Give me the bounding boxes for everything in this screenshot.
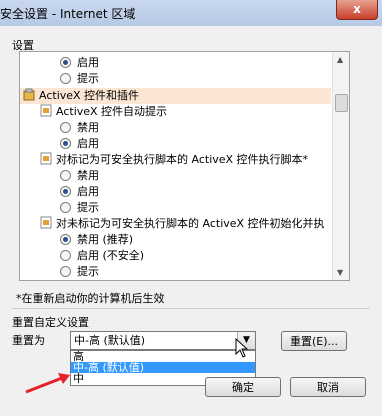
dropdown-option[interactable]: 中-高 (默认值) — [71, 362, 255, 373]
reset-to-label: 重置为 — [12, 334, 45, 347]
reset-button[interactable]: 重置(E)... — [281, 331, 347, 351]
reset-level-select[interactable]: 中-高 (默认值) ▼ — [70, 331, 256, 350]
ok-button[interactable]: 确定 — [205, 377, 281, 397]
radio-label: 禁用 — [77, 169, 99, 182]
red-arrow-icon — [25, 373, 70, 394]
radio-button[interactable] — [60, 57, 71, 68]
radio-row[interactable]: 启用 — [60, 136, 99, 152]
radio-row[interactable]: 启用 — [60, 184, 99, 200]
radio-label: 启用 (不安全) — [77, 249, 145, 262]
radio-label: 提示 — [77, 72, 99, 85]
radio-label: 提示 — [77, 265, 99, 278]
scroll-up-icon[interactable]: ▲ — [337, 55, 343, 64]
select-value: 中-高 (默认值) — [74, 334, 146, 347]
radio-row[interactable]: 提示 — [60, 71, 99, 87]
restart-note: *在重新启动你的计算机后生效 — [16, 292, 165, 305]
reset-group-label: 重置自定义设置 — [12, 316, 89, 329]
radio-button[interactable] — [60, 138, 71, 149]
radio-button[interactable] — [60, 202, 71, 213]
radio-row[interactable]: 启用 (不安全) — [60, 248, 144, 264]
radio-button[interactable] — [60, 170, 71, 181]
radio-label: 启用 — [77, 56, 99, 69]
vertical-scrollbar[interactable]: ▲ ▼ — [332, 52, 349, 280]
radio-row[interactable]: 禁用 (推荐) — [60, 232, 133, 248]
doc-setting-icon — [40, 152, 52, 165]
radio-button[interactable] — [60, 73, 71, 84]
radio-row[interactable]: 禁用 — [60, 168, 99, 184]
setting-item[interactable]: 对标记为可安全执行脚本的 ActiveX 控件执行脚本* — [40, 152, 308, 168]
setting-label: 对未标记为可安全执行脚本的 ActiveX 控件初始化并执 — [56, 217, 325, 230]
radio-button[interactable] — [60, 250, 71, 261]
scroll-thumb[interactable] — [335, 94, 348, 112]
title-bar: 安全设置 - Internet 区域 x — [0, 0, 382, 26]
close-button[interactable]: x — [336, 0, 378, 20]
mouse-cursor-icon — [235, 338, 249, 358]
radio-button[interactable] — [60, 266, 71, 277]
radio-button[interactable] — [60, 186, 71, 197]
setting-label: ActiveX 控件自动提示 — [56, 105, 168, 118]
radio-row[interactable]: 提示 — [60, 264, 99, 280]
radio-button[interactable] — [60, 122, 71, 133]
radio-label: 提示 — [77, 201, 99, 214]
radio-label: 启用 — [77, 137, 99, 150]
radio-label: 启用 — [77, 185, 99, 198]
category-activex[interactable]: ActiveX 控件和插件 — [20, 88, 331, 104]
radio-button[interactable] — [60, 234, 71, 245]
divider — [12, 308, 370, 309]
setting-item[interactable]: ActiveX 控件自动提示 — [40, 104, 167, 120]
radio-row[interactable]: 启用 — [60, 55, 99, 71]
settings-gear-icon — [23, 88, 35, 101]
doc-setting-icon — [40, 216, 52, 229]
radio-label: 禁用 — [77, 121, 99, 134]
doc-setting-icon — [40, 104, 52, 117]
settings-tree[interactable]: 启用 提示 ActiveX 控件和插件 ActiveX 控件自动提示 禁用 启用… — [19, 51, 350, 281]
cancel-button[interactable]: 取消 — [290, 377, 366, 397]
radio-label: 禁用 (推荐) — [77, 233, 134, 246]
radio-row[interactable]: 禁用 — [60, 120, 99, 136]
window-title: 安全设置 - Internet 区域 — [0, 7, 136, 21]
radio-row[interactable]: 提示 — [60, 200, 99, 216]
category-label: ActiveX 控件和插件 — [39, 89, 140, 102]
scroll-down-icon[interactable]: ▼ — [337, 268, 343, 277]
setting-label: 对标记为可安全执行脚本的 ActiveX 控件执行脚本* — [56, 153, 309, 166]
setting-item[interactable]: 对未标记为可安全执行脚本的 ActiveX 控件初始化并执 — [40, 216, 325, 232]
